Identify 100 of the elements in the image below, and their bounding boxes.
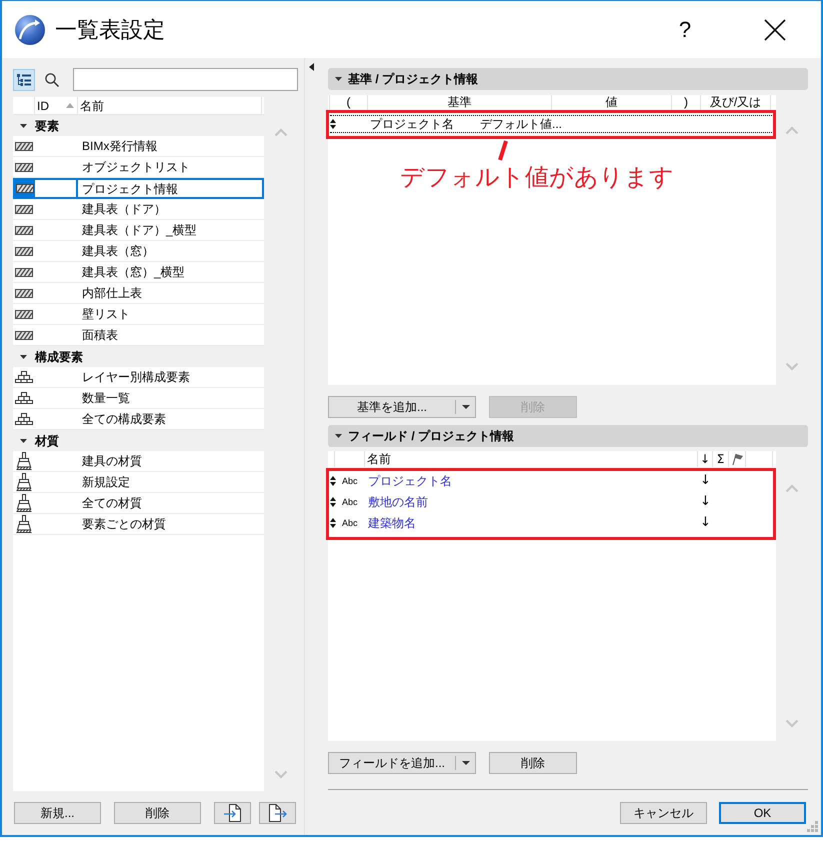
list-row[interactable]: 壁リスト bbox=[13, 304, 264, 325]
list-item-label: 建具の材質 bbox=[82, 453, 142, 469]
column-header: 基準 bbox=[448, 95, 472, 110]
annotation-text: デフォルト値があります bbox=[400, 163, 674, 193]
action-button[interactable]: 新規... bbox=[14, 802, 101, 824]
list-row[interactable]: BIMx発行情報 bbox=[13, 136, 264, 157]
bricks-icon bbox=[15, 371, 33, 383]
flag-icon bbox=[732, 453, 742, 465]
list-item-label: プロジェクト情報 bbox=[82, 180, 178, 196]
value-cell: デフォルト値... bbox=[480, 116, 562, 132]
list-row[interactable]: 数量一覧 bbox=[13, 388, 264, 409]
group-label: 材質 bbox=[35, 432, 59, 448]
paintbrush-icon bbox=[16, 452, 32, 470]
list-item-label: 新規設定 bbox=[82, 474, 130, 490]
export-button[interactable] bbox=[259, 802, 296, 824]
hatched-rectangle-icon bbox=[15, 246, 33, 256]
close-icon bbox=[764, 18, 786, 40]
disclosure-triangle-icon[interactable] bbox=[335, 77, 342, 81]
list-row[interactable]: 建具表（窓） bbox=[13, 241, 264, 262]
tree-view-toggle[interactable] bbox=[13, 68, 35, 90]
list-item-label: 内部仕上表 bbox=[82, 285, 142, 301]
up-down-arrow-icon[interactable] bbox=[330, 476, 336, 486]
column-header[interactable]: ID bbox=[35, 97, 78, 114]
disclosure-triangle-icon[interactable] bbox=[20, 354, 27, 358]
paintbrush-icon bbox=[16, 515, 32, 533]
section-title: 基準 / プロジェクト情報 bbox=[348, 71, 478, 87]
list-row[interactable]: 全ての材質 bbox=[13, 493, 264, 514]
annotation-line bbox=[498, 140, 508, 161]
field-name: 敷地の名前 bbox=[368, 494, 428, 510]
column-header: ↓ bbox=[700, 451, 710, 467]
dialog-button[interactable]: キャンセル bbox=[620, 802, 707, 824]
disclosure-triangle-icon[interactable] bbox=[335, 434, 342, 438]
field-type-label: Abc bbox=[342, 474, 358, 486]
list-item-label: BIMx発行情報 bbox=[82, 138, 158, 154]
group-header[interactable]: 構成要素 bbox=[13, 346, 264, 367]
column-header: 及び/又は bbox=[710, 95, 762, 110]
add-field-button[interactable]: フィールドを追加... bbox=[328, 752, 476, 774]
up-down-arrow-icon[interactable] bbox=[330, 119, 336, 129]
column-header: ) bbox=[684, 95, 688, 110]
caret-down-icon[interactable] bbox=[462, 405, 470, 409]
caret-down-icon[interactable] bbox=[462, 761, 470, 765]
list-item-label: 壁リスト bbox=[82, 306, 130, 322]
delete-button[interactable]: 削除 bbox=[489, 752, 577, 774]
group-header[interactable]: 材質 bbox=[13, 430, 264, 451]
list-row[interactable]: 要素ごとの材質 bbox=[13, 514, 264, 535]
list-item-label: 建具表（窓）_横型 bbox=[82, 264, 185, 280]
list-row[interactable]: レイヤー別構成要素 bbox=[13, 367, 264, 388]
disclosure-triangle-icon[interactable] bbox=[20, 438, 27, 442]
column-header[interactable]: 名前 bbox=[78, 97, 262, 114]
bricks-icon bbox=[15, 413, 33, 425]
paintbrush-icon bbox=[16, 494, 32, 512]
hatched-rectangle-icon bbox=[15, 162, 33, 172]
tree-list-icon bbox=[17, 74, 31, 86]
field-type-label: Abc bbox=[342, 496, 358, 508]
section-title: フィールド / プロジェクト情報 bbox=[348, 428, 514, 444]
hatched-rectangle-icon bbox=[15, 310, 33, 318]
search-field[interactable] bbox=[73, 68, 298, 91]
add-criteria-button[interactable]: 基準を追加... bbox=[328, 396, 476, 418]
document-arrow-in-icon bbox=[224, 804, 241, 822]
list-row[interactable]: 建具表（窓）_横型 bbox=[13, 262, 264, 283]
disclosure-triangle-icon[interactable] bbox=[20, 124, 27, 128]
import-button[interactable] bbox=[214, 802, 251, 824]
criteria-row[interactable]: プロジェクト名 デフォルト値... bbox=[330, 115, 774, 133]
field-name: 建築物名 bbox=[368, 514, 416, 530]
list-row[interactable]: 新規設定 bbox=[13, 472, 264, 493]
panel-collapse-icon[interactable] bbox=[309, 63, 314, 71]
list-row[interactable]: プロジェクト情報 bbox=[13, 178, 264, 199]
resize-grip-icon[interactable] bbox=[807, 821, 819, 833]
up-down-arrow-icon[interactable] bbox=[330, 518, 336, 528]
document-arrow-out-icon bbox=[268, 804, 286, 822]
group-label: 要素 bbox=[35, 118, 59, 134]
criterion-cell: プロジェクト名 bbox=[370, 116, 454, 132]
field-type-label: Abc bbox=[342, 516, 358, 528]
column-header: 値 bbox=[606, 95, 618, 110]
app-logo-icon bbox=[15, 14, 45, 44]
paintbrush-icon bbox=[16, 473, 32, 491]
list-item-label: 建具表（ドア）_横型 bbox=[82, 222, 197, 238]
section-header[interactable]: 基準 / プロジェクト情報 bbox=[328, 68, 808, 90]
action-button[interactable]: 削除 bbox=[114, 802, 201, 824]
search-icon bbox=[45, 72, 59, 86]
hatched-rectangle-icon bbox=[15, 204, 33, 214]
column-header: Σ bbox=[716, 451, 724, 467]
list-item-label: 面積表 bbox=[82, 327, 118, 343]
list-row[interactable]: オブジェクトリスト bbox=[13, 157, 264, 178]
group-header[interactable]: 要素 bbox=[13, 115, 264, 136]
hatched-rectangle-icon bbox=[15, 142, 33, 150]
list-item-label: レイヤー別構成要素 bbox=[82, 369, 190, 385]
list-row[interactable]: 内部仕上表 bbox=[13, 283, 264, 304]
list-row[interactable]: 建具表（ドア） bbox=[13, 199, 264, 220]
hatched-rectangle-icon bbox=[15, 288, 33, 298]
dialog-button[interactable]: OK bbox=[719, 802, 806, 824]
column-header: 名前 bbox=[367, 451, 391, 467]
list-row[interactable]: 建具の材質 bbox=[13, 451, 264, 472]
list-item-label: 建具表（窓） bbox=[82, 243, 154, 259]
help-button[interactable]: ? bbox=[665, 10, 705, 50]
list-item-label: 数量一覧 bbox=[82, 390, 130, 406]
list-row[interactable]: 建具表（ドア）_横型 bbox=[13, 220, 264, 241]
list-item-label: オブジェクトリスト bbox=[82, 159, 190, 175]
up-down-arrow-icon[interactable] bbox=[330, 496, 336, 506]
section-header[interactable]: フィールド / プロジェクト情報 bbox=[328, 425, 808, 447]
